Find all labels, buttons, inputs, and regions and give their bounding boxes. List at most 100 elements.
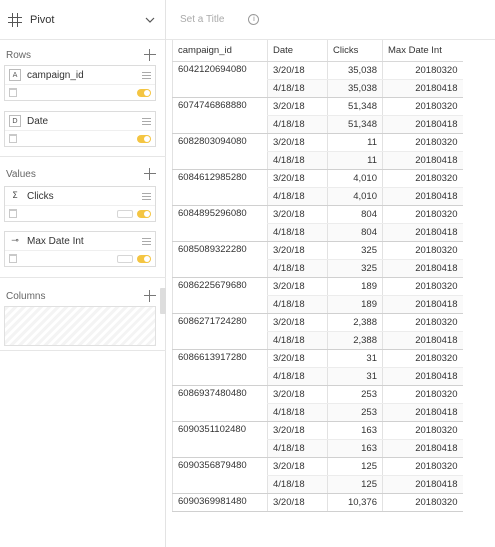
values-label: Values — [6, 168, 36, 180]
max-date-int-cell: 20180418 — [382, 295, 463, 314]
column-header-max-date-int[interactable]: Max Date Int — [382, 40, 463, 62]
date-cell: 3/20/18 — [267, 205, 328, 224]
date-cell: 4/18/18 — [267, 79, 328, 98]
max-date-int-cell: 20180418 — [382, 115, 463, 134]
trash-icon[interactable] — [9, 254, 17, 263]
campaign-id-cell: 6086225679680 — [172, 277, 268, 314]
clicks-cell: 2,388 — [327, 313, 383, 332]
pivot-selector[interactable]: Pivot — [0, 0, 165, 40]
date-cell: 4/18/18 — [267, 223, 328, 242]
section-divider — [0, 277, 166, 278]
clicks-cell: 253 — [327, 403, 383, 422]
campaign-id-cell: 6074746868880 — [172, 97, 268, 134]
date-cell: 3/20/18 — [267, 349, 328, 368]
table-header-row: campaign_id Date Clicks Max Date Int — [172, 40, 463, 62]
campaign-id-cell: 6090369981480 — [172, 493, 268, 512]
value-field-clicks[interactable]: Σ Clicks — [4, 186, 156, 222]
table-row: 6074746868880 3/20/18 51,348 20180320 — [172, 97, 463, 134]
column-header-clicks[interactable]: Clicks — [327, 40, 383, 62]
table-row: 6086225679680 3/20/18 189 20180320 — [172, 277, 463, 314]
format-box[interactable] — [117, 209, 133, 218]
date-cell: 3/20/18 — [267, 133, 328, 152]
date-cell: 3/20/18 — [267, 457, 328, 476]
trash-icon[interactable] — [9, 88, 17, 97]
value-field-max-date-int[interactable]: ⊸ Max Date Int — [4, 231, 156, 267]
max-date-int-cell: 20180418 — [382, 439, 463, 458]
date-cell: 4/18/18 — [267, 475, 328, 494]
clicks-cell: 10,376 — [327, 493, 383, 512]
values-section: Values — [0, 166, 166, 182]
clicks-cell: 325 — [327, 259, 383, 278]
clicks-cell: 804 — [327, 223, 383, 242]
columns-drop-zone[interactable] — [4, 306, 156, 346]
clicks-cell: 51,348 — [327, 115, 383, 134]
column-header-campaign-id[interactable]: campaign_id — [172, 40, 268, 62]
max-date-int-cell: 20180320 — [382, 493, 463, 512]
toggle-switch[interactable] — [137, 134, 151, 143]
section-divider — [0, 156, 166, 157]
date-cell: 3/20/18 — [267, 493, 328, 512]
format-box[interactable] — [117, 254, 133, 263]
rows-section: Rows — [0, 47, 166, 63]
toggle-switch[interactable] — [137, 88, 151, 97]
drag-handle-icon[interactable] — [142, 237, 151, 245]
campaign-id-cell: 6084895296080 — [172, 205, 268, 242]
campaign-id-cell: 6086271724280 — [172, 313, 268, 350]
table-body: 6042120694080 3/20/18 35,038 20180320 4/18/1… — [172, 61, 463, 512]
max-date-int-cell: 20180418 — [382, 259, 463, 278]
date-cell: 4/18/18 — [267, 331, 328, 350]
info-icon[interactable]: i — [248, 14, 260, 25]
table-row: 6082803094080 3/20/18 11 20180320 — [172, 133, 463, 170]
add-value-icon[interactable] — [144, 168, 156, 180]
date-cell: 4/18/18 — [267, 403, 328, 422]
max-date-int-cell: 20180320 — [382, 133, 463, 152]
date-cell: 3/20/18 — [267, 169, 328, 188]
toggle-switch[interactable] — [137, 209, 151, 218]
campaign-id-cell: 6090351102480 — [172, 421, 268, 458]
max-date-int-cell: 20180320 — [382, 349, 463, 368]
table-row: 6090356879480 3/20/18 125 20180320 — [172, 457, 463, 494]
set-title-input[interactable]: Set a Title — [180, 14, 224, 25]
max-date-int-cell: 20180320 — [382, 169, 463, 188]
clicks-cell: 31 — [327, 349, 383, 368]
rows-label: Rows — [6, 49, 32, 61]
date-cell: 4/18/18 — [267, 151, 328, 170]
date-cell: 4/18/18 — [267, 259, 328, 278]
max-date-int-cell: 20180320 — [382, 313, 463, 332]
field-name: Date — [27, 115, 49, 127]
drag-handle-icon[interactable] — [142, 117, 151, 125]
date-cell: 3/20/18 — [267, 277, 328, 296]
drag-handle-icon[interactable] — [142, 71, 151, 79]
campaign-id-cell: 6042120694080 — [172, 61, 268, 98]
trash-icon[interactable] — [9, 134, 17, 143]
section-divider — [0, 350, 166, 351]
add-row-icon[interactable] — [144, 49, 156, 61]
table-row: 6090369981480 3/20/18 10,376 20180320 — [172, 493, 463, 512]
date-cell: 4/18/18 — [267, 367, 328, 386]
chevron-down-icon[interactable] — [145, 15, 155, 25]
date-cell: 4/18/18 — [267, 439, 328, 458]
table-row: 6085089322280 3/20/18 325 20180320 — [172, 241, 463, 278]
table-row: 6084895296080 3/20/18 804 20180320 — [172, 205, 463, 242]
clicks-cell: 31 — [327, 367, 383, 386]
pivot-output: Set a Title i campaign_id Date Clicks Ma… — [166, 0, 495, 547]
campaign-id-cell: 6090356879480 — [172, 457, 268, 494]
row-field-date[interactable]: D Date — [4, 111, 156, 147]
clicks-cell: 35,038 — [327, 61, 383, 80]
row-field-campaign-id[interactable]: A campaign_id — [4, 65, 156, 101]
toggle-switch[interactable] — [137, 254, 151, 263]
sum-icon: Σ — [12, 191, 18, 201]
date-cell: 3/20/18 — [267, 241, 328, 260]
trash-icon[interactable] — [9, 209, 17, 218]
date-cell: 4/18/18 — [267, 115, 328, 134]
add-column-icon[interactable] — [144, 290, 156, 302]
max-date-int-cell: 20180418 — [382, 367, 463, 386]
column-header-date[interactable]: Date — [267, 40, 328, 62]
max-date-int-cell: 20180418 — [382, 475, 463, 494]
clicks-cell: 189 — [327, 295, 383, 314]
max-date-int-cell: 20180320 — [382, 61, 463, 80]
table-row: 6086613917280 3/20/18 31 20180320 — [172, 349, 463, 386]
campaign-id-cell: 6086937480480 — [172, 385, 268, 422]
drag-handle-icon[interactable] — [142, 192, 151, 200]
max-date-int-cell: 20180418 — [382, 331, 463, 350]
